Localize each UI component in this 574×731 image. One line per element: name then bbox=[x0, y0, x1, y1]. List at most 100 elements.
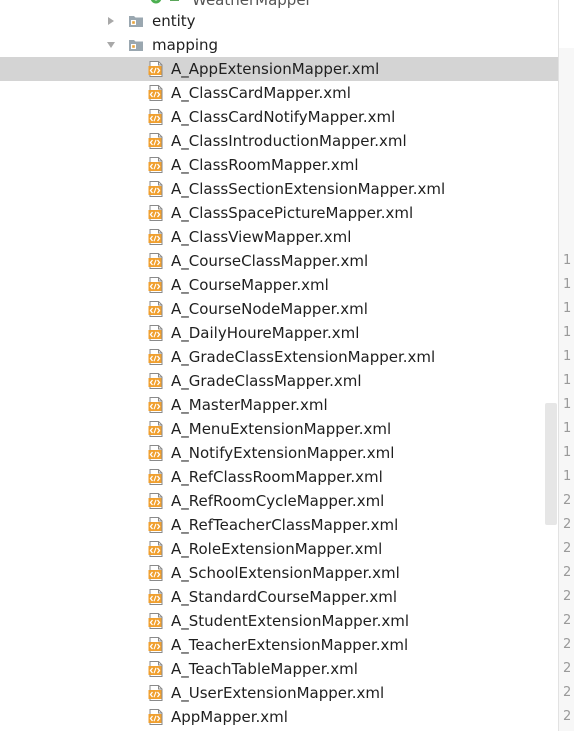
tree-file-item[interactable]: AppMapper.xml bbox=[0, 705, 558, 729]
tree-file-item[interactable]: A_ClassCardNotifyMapper.xml bbox=[0, 105, 558, 129]
xml-file-icon bbox=[148, 205, 164, 221]
tree-file-item[interactable]: A_RefRoomCycleMapper.xml bbox=[0, 489, 558, 513]
xml-file-icon bbox=[148, 85, 164, 101]
gutter-line-number: 1 bbox=[563, 421, 572, 436]
tree-file-label: A_AppExtensionMapper.xml bbox=[171, 60, 380, 78]
gutter-line-number: 2 bbox=[563, 685, 572, 700]
xml-file-icon bbox=[148, 157, 164, 173]
tree-file-item[interactable]: A_SchoolExtensionMapper.xml bbox=[0, 561, 558, 585]
gutter-line-number: 2 bbox=[563, 709, 572, 724]
xml-file-icon bbox=[148, 373, 164, 389]
tree-file-item[interactable]: A_CourseClassMapper.xml bbox=[0, 249, 558, 273]
tree-folder-mapping[interactable]: mapping bbox=[0, 33, 558, 57]
xml-file-icon bbox=[148, 637, 164, 653]
xml-file-icon bbox=[148, 397, 164, 413]
tree-file-label: A_RefRoomCycleMapper.xml bbox=[171, 492, 385, 510]
xml-file-icon bbox=[148, 229, 164, 245]
tree-file-item[interactable]: A_ClassViewMapper.xml bbox=[0, 225, 558, 249]
tree-file-item[interactable]: A_MasterMapper.xml bbox=[0, 393, 558, 417]
gutter-line-number: 2 bbox=[563, 541, 572, 556]
tree-file-item[interactable]: A_GradeClassExtensionMapper.xml bbox=[0, 345, 558, 369]
tree-file-item[interactable]: A_StudentExtensionMapper.xml bbox=[0, 609, 558, 633]
xml-file-icon bbox=[148, 181, 164, 197]
gutter-line-number: 1 bbox=[563, 445, 572, 460]
scrollbar-thumb[interactable] bbox=[545, 403, 557, 525]
tree-file-item[interactable]: A_AppExtensionMapper.xml bbox=[0, 57, 558, 81]
gutter-line-number: 2 bbox=[563, 517, 572, 532]
gutter-line-number: 1 bbox=[563, 325, 572, 340]
gutter-line-number: 2 bbox=[563, 637, 572, 652]
tree-file-item[interactable]: A_ClassSectionExtensionMapper.xml bbox=[0, 177, 558, 201]
tree-file-label: A_CourseClassMapper.xml bbox=[171, 252, 369, 270]
xml-file-icon bbox=[148, 349, 164, 365]
gutter-line-number: 1 bbox=[563, 349, 572, 364]
tree-file-label: A_MasterMapper.xml bbox=[171, 396, 328, 414]
xml-file-icon bbox=[148, 325, 164, 341]
xml-file-icon bbox=[148, 445, 164, 461]
gutter-line-number: 1 bbox=[563, 253, 572, 268]
tree-file-item[interactable]: A_RoleExtensionMapper.xml bbox=[0, 537, 558, 561]
tree-file-label: A_NotifyExtensionMapper.xml bbox=[171, 444, 395, 462]
xml-file-icon bbox=[148, 709, 164, 725]
xml-file-icon bbox=[148, 253, 164, 269]
tree-folder-label: mapping bbox=[152, 36, 219, 54]
tree-file-item[interactable]: A_ClassCardMapper.xml bbox=[0, 81, 558, 105]
tree-file-label: A_ClassCardMapper.xml bbox=[171, 84, 351, 102]
tree-file-label: A_UserExtensionMapper.xml bbox=[171, 684, 385, 702]
folder-icon bbox=[129, 15, 143, 27]
tree-file-item[interactable]: A_ClassIntroductionMapper.xml bbox=[0, 129, 558, 153]
gutter-line-number: 2 bbox=[563, 565, 572, 580]
tree-file-label: A_TeachTableMapper.xml bbox=[171, 660, 358, 678]
tree-file-label: A_RefClassRoomMapper.xml bbox=[171, 468, 383, 486]
tree-file-label: AppMapper.xml bbox=[171, 708, 288, 726]
tree-file-item[interactable]: A_RefTeacherClassMapper.xml bbox=[0, 513, 558, 537]
tree-file-label: A_StandardCourseMapper.xml bbox=[171, 588, 397, 606]
tree-file-item[interactable]: A_DailyHoureMapper.xml bbox=[0, 321, 558, 345]
tree-file-label: A_CourseMapper.xml bbox=[171, 276, 329, 294]
tree-file-label: A_MenuExtensionMapper.xml bbox=[171, 420, 392, 438]
xml-file-icon bbox=[148, 301, 164, 317]
chevron-right-icon[interactable] bbox=[105, 15, 117, 27]
gutter-line-number: 1 bbox=[563, 301, 572, 316]
tree-file-item[interactable]: A_TeacherExtensionMapper.xml bbox=[0, 633, 558, 657]
tree-file-item[interactable]: A_TeachTableMapper.xml bbox=[0, 657, 558, 681]
tree-file-label: A_RefTeacherClassMapper.xml bbox=[171, 516, 399, 534]
tree-file-item[interactable]: A_ClassSpacePictureMapper.xml bbox=[0, 201, 558, 225]
tree-file-item[interactable]: A_StandardCourseMapper.xml bbox=[0, 585, 558, 609]
chevron-down-icon[interactable] bbox=[105, 39, 117, 51]
gutter-line-number: 1 bbox=[563, 373, 572, 388]
xml-file-icon bbox=[148, 469, 164, 485]
xml-file-icon bbox=[148, 541, 164, 557]
tree-file-item[interactable]: A_MenuExtensionMapper.xml bbox=[0, 417, 558, 441]
tree-file-label: A_RoleExtensionMapper.xml bbox=[171, 540, 383, 558]
xml-file-icon bbox=[148, 277, 164, 293]
xml-file-icon bbox=[148, 517, 164, 533]
tree-file-item[interactable]: A_RefClassRoomMapper.xml bbox=[0, 465, 558, 489]
tree-file-label: A_ClassRoomMapper.xml bbox=[171, 156, 359, 174]
gutter-line-number: 1 bbox=[563, 277, 572, 292]
gutter-line-number: 2 bbox=[563, 589, 572, 604]
tree-folder-label: entity bbox=[152, 12, 196, 30]
tree-file-item[interactable]: A_ClassRoomMapper.xml bbox=[0, 153, 558, 177]
tree-file-label: A_DailyHoureMapper.xml bbox=[171, 324, 360, 342]
tree-file-label: A_TeacherExtensionMapper.xml bbox=[171, 636, 409, 654]
gutter-line-number: 1 bbox=[563, 469, 572, 484]
tree-file-item[interactable]: A_CourseNodeMapper.xml bbox=[0, 297, 558, 321]
tree-file-label: A_CourseNodeMapper.xml bbox=[171, 300, 368, 318]
tree-file-label: A_ClassSpacePictureMapper.xml bbox=[171, 204, 414, 222]
xml-file-icon bbox=[148, 421, 164, 437]
gutter-line-number: 2 bbox=[563, 661, 572, 676]
tree-file-item[interactable]: A_CourseMapper.xml bbox=[0, 273, 558, 297]
gutter-line-number: 2 bbox=[563, 493, 572, 508]
tree-file-item[interactable]: A_GradeClassMapper.xml bbox=[0, 369, 558, 393]
tree-file-label: A_GradeClassMapper.xml bbox=[171, 372, 362, 390]
tree-file-item[interactable]: A_NotifyExtensionMapper.xml bbox=[0, 441, 558, 465]
xml-file-icon bbox=[148, 661, 164, 677]
project-tree: WeatherMapper entity mapping A_AppExtens… bbox=[0, 0, 558, 731]
xml-file-icon bbox=[148, 493, 164, 509]
xml-file-icon bbox=[148, 61, 164, 77]
tree-file-label: A_StudentExtensionMapper.xml bbox=[171, 612, 410, 630]
tree-file-item[interactable]: A_UserExtensionMapper.xml bbox=[0, 681, 558, 705]
tree-folder-entity[interactable]: entity bbox=[0, 9, 558, 33]
folder-icon bbox=[129, 39, 143, 51]
